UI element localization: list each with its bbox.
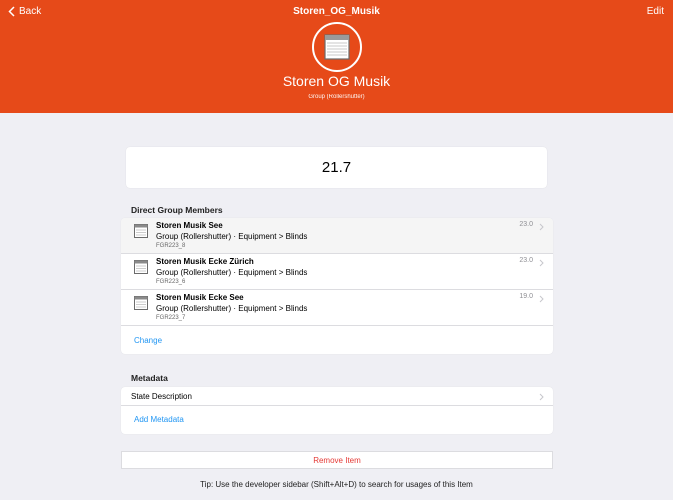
rollershutter-icon	[134, 224, 148, 238]
rollershutter-icon	[324, 34, 350, 60]
metadata-row-state-description[interactable]: State Description	[121, 387, 553, 406]
member-description: Group (Rollershutter) · Equipment > Blin…	[156, 304, 308, 313]
metadata-row-label: State Description	[131, 392, 192, 401]
developer-tip: Tip: Use the developer sidebar (Shift+Al…	[200, 480, 473, 489]
member-uid: FGR223_6	[156, 279, 186, 285]
member-name: Storen Musik Ecke See	[156, 293, 244, 302]
metadata-list: State Description Add Metadata	[121, 387, 553, 434]
rollershutter-icon	[134, 260, 148, 274]
change-members-link[interactable]: Change	[134, 336, 162, 345]
list-item[interactable]: Storen Musik See Group (Rollershutter) ·…	[121, 218, 553, 254]
add-metadata-link[interactable]: Add Metadata	[134, 415, 184, 424]
member-value: 23.0	[519, 257, 533, 264]
member-name: Storen Musik See	[156, 221, 223, 230]
list-item[interactable]: Storen Musik Ecke See Group (Rollershutt…	[121, 290, 553, 326]
member-name: Storen Musik Ecke Zürich	[156, 257, 254, 266]
member-description: Group (Rollershutter) · Equipment > Blin…	[156, 232, 308, 241]
members-section-title: Direct Group Members	[131, 205, 223, 215]
chevron-right-icon	[539, 259, 544, 267]
item-header: Back Storen_OG_Musik Edit Storen OG Musi…	[0, 0, 673, 113]
member-uid: FGR223_8	[156, 243, 186, 249]
rollershutter-icon	[134, 296, 148, 310]
state-card[interactable]: 21.7	[126, 147, 547, 188]
item-label: Storen OG Musik	[282, 73, 391, 89]
chevron-right-icon	[539, 223, 544, 231]
chevron-right-icon	[539, 393, 544, 401]
add-metadata-row: Add Metadata	[121, 406, 553, 434]
member-value: 23.0	[519, 221, 533, 228]
item-icon-badge	[312, 22, 362, 72]
state-value: 21.7	[321, 159, 352, 176]
nav-title: Storen_OG_Musik	[293, 6, 380, 17]
member-uid: FGR223_7	[156, 315, 186, 321]
remove-item-label: Remove Item	[313, 455, 361, 465]
item-type: Group (Rollershutter)	[308, 94, 365, 100]
members-list: Storen Musik See Group (Rollershutter) ·…	[121, 218, 553, 354]
edit-button[interactable]: Edit	[647, 6, 664, 17]
metadata-section-title: Metadata	[131, 373, 168, 383]
change-row: Change	[121, 326, 553, 354]
member-description: Group (Rollershutter) · Equipment > Blin…	[156, 268, 308, 277]
remove-item-button[interactable]: Remove Item	[121, 451, 553, 469]
chevron-right-icon	[539, 295, 544, 303]
member-value: 19.0	[519, 293, 533, 300]
list-item[interactable]: Storen Musik Ecke Zürich Group (Rollersh…	[121, 254, 553, 290]
